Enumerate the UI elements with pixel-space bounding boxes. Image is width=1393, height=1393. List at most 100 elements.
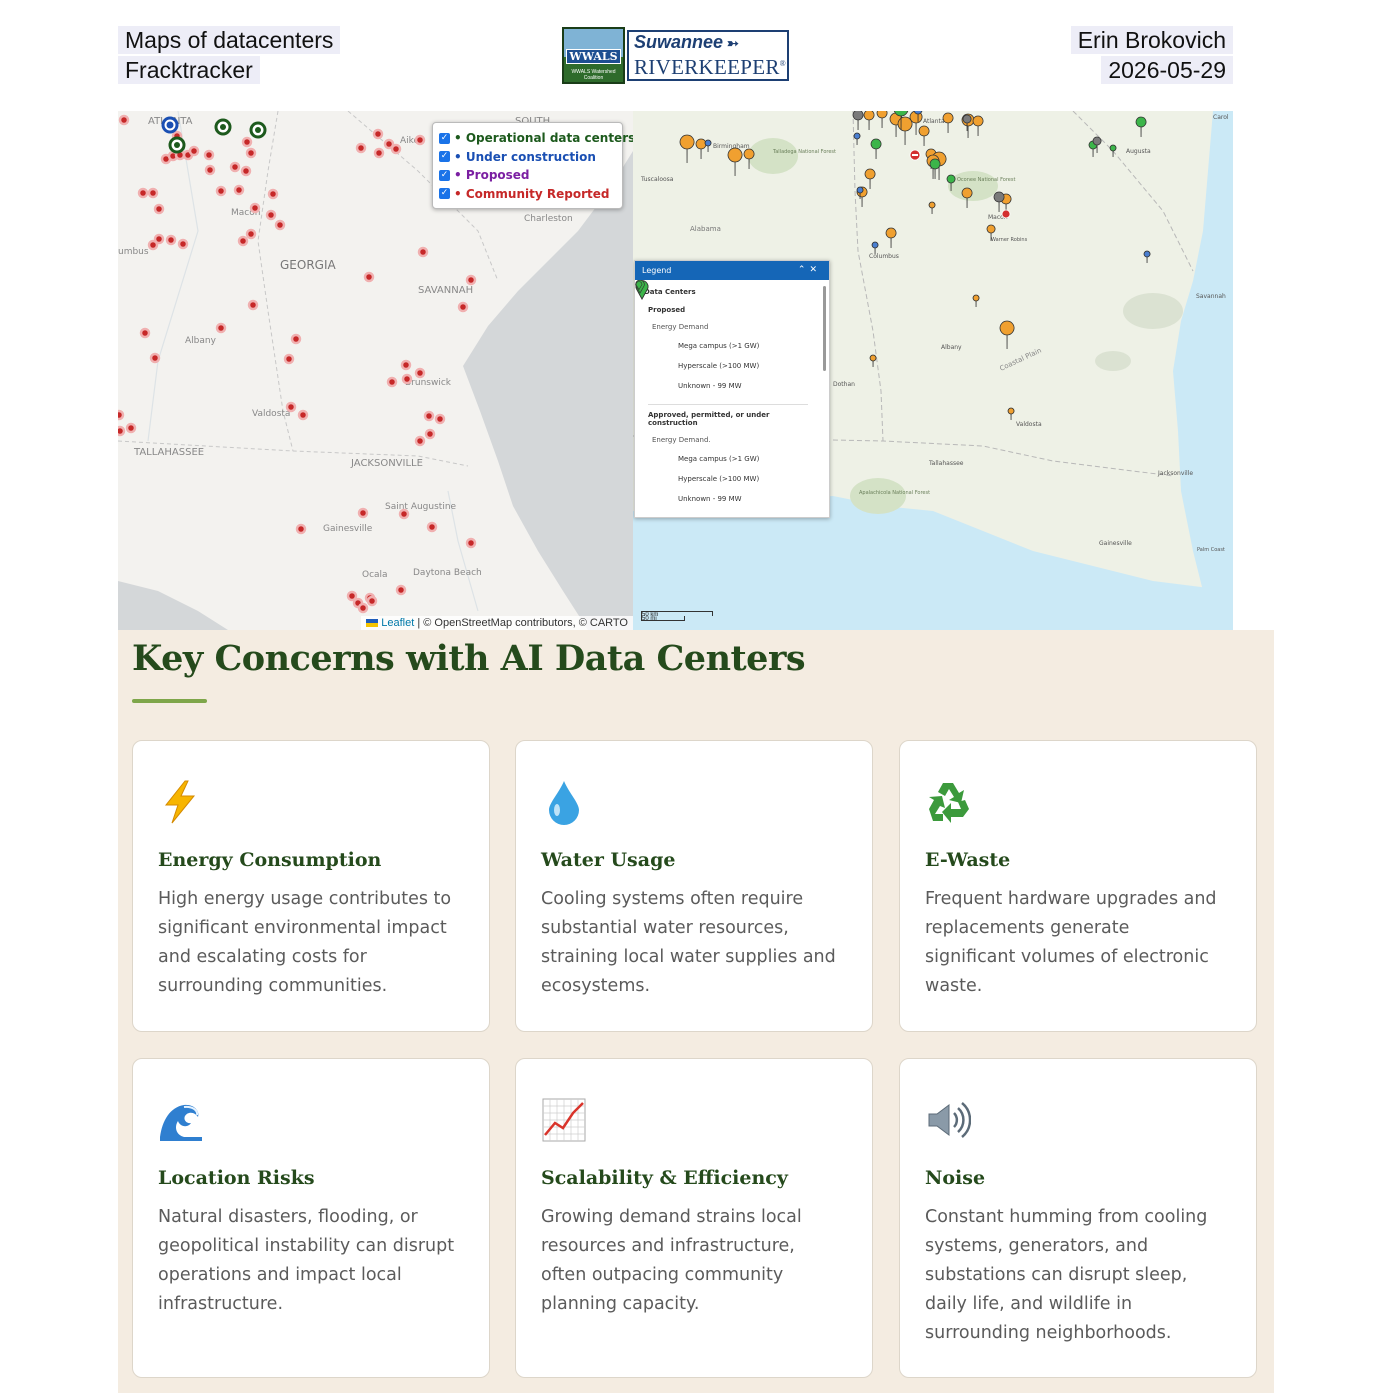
sturgeon-icon: ➳ (727, 35, 739, 51)
label-tallahassee: TALLAHASSEE (133, 447, 204, 458)
card-text: High energy usage contributes to signifi… (158, 889, 452, 996)
label-apalachicola-nf: Apalachicola National Forest (859, 490, 930, 496)
label-talladega-nf: Talladega National Forest (772, 149, 836, 155)
checkbox-icon[interactable]: ✓ (439, 169, 450, 181)
recycle-icon (929, 783, 969, 823)
legend-title: Data Centers (644, 288, 696, 296)
label-saint-augustine: Saint Augustine (385, 502, 457, 512)
label-columbus-r: Columbus (869, 253, 899, 260)
scale-bar: 50 km 50 mi (641, 611, 713, 622)
suwannee-riverkeeper-logo: WWALS WWALS Watershed Coalition Suwannee… (562, 27, 789, 84)
water-drop-icon (549, 781, 579, 825)
layer-community-reported[interactable]: ✓ • Community Reported (439, 185, 616, 204)
label-jacksonville-r: Jacksonville (1157, 470, 1193, 477)
legend-item-label: Hyperscale (>100 MW) (678, 475, 760, 483)
label-savannah-r: Savannah (1196, 293, 1226, 300)
concern-card-location: Location Risks Natural disasters, floodi… (132, 1058, 490, 1378)
checkbox-icon[interactable]: ✓ (439, 188, 450, 200)
label-carolina: Carol (1213, 114, 1229, 121)
checkbox-icon[interactable]: ✓ (439, 151, 450, 163)
card-title: Water Usage (541, 849, 676, 871)
card-text: Cooling systems often require substantia… (541, 889, 836, 996)
under-construction-markers[interactable] (161, 116, 179, 134)
chart-increasing-icon (542, 1098, 586, 1142)
card-title: Location Risks (158, 1167, 315, 1189)
card-title: Noise (925, 1167, 986, 1189)
layer-under-construction-label: • Under construction (454, 149, 596, 164)
legend-item-label: Unknown - 99 MW (678, 382, 742, 390)
layer-proposed-label: • Proposed (454, 168, 530, 183)
card-text: Constant humming from cooling systems, g… (925, 1207, 1208, 1343)
author-name: Erin Brokovich (1070, 26, 1233, 54)
legend-energy-demand: Energy Demand (652, 323, 709, 331)
concern-card-energy: Energy Consumption High energy usage con… (132, 740, 490, 1032)
label-tallahassee-r: Tallahassee (928, 460, 964, 467)
label-georgia: GEORGIA (280, 258, 337, 272)
label-atlanta-r: Atlanta (923, 118, 945, 125)
title-underline (132, 699, 207, 703)
legend-scrollbar[interactable] (823, 286, 826, 371)
label-alabama: Alabama (690, 225, 721, 233)
legend-header[interactable]: Legend ⌃✕ (635, 261, 829, 280)
card-text: Growing demand strains local resources a… (541, 1207, 802, 1314)
collapse-icon[interactable]: ⌃ (798, 265, 810, 275)
card-title: Energy Consumption (158, 849, 382, 871)
map-attribution: Leaflet | © OpenStreetMap contributors, … (361, 616, 633, 630)
label-columbus: umbus (118, 247, 149, 257)
section-title: Key Concerns with AI Data Centers (132, 638, 806, 679)
ukraine-flag-icon (366, 619, 379, 627)
layer-operational-label: • Operational data centers (454, 131, 633, 146)
legend-energy-demand: Energy Demand. (652, 436, 711, 444)
label-tuscaloosa: Tuscaloosa (640, 176, 674, 183)
card-text: Frequent hardware upgrades and replaceme… (925, 889, 1217, 996)
close-icon[interactable]: ✕ (809, 265, 821, 275)
card-text: Natural disasters, flooding, or geopolit… (158, 1207, 455, 1314)
arcgis-map[interactable]: Birmingham Talladega National Forest Tus… (633, 111, 1233, 630)
label-dothan: Dothan (833, 381, 855, 388)
label-augusta: Augusta (1126, 148, 1151, 155)
leaflet-link[interactable]: Leaflet (381, 617, 414, 629)
speaker-icon (928, 1102, 971, 1138)
label-jacksonville: JACKSONVILLE (350, 458, 423, 469)
legend-item-label: Mega campus (>1 GW) (678, 455, 760, 463)
layer-under-construction[interactable]: ✓ • Under construction (439, 148, 616, 167)
legend-panel[interactable]: Legend ⌃✕ Data Centers Proposed Energy D… (634, 260, 830, 518)
card-title: Scalability & Efficiency (541, 1167, 788, 1189)
label-albany-r: Albany (941, 344, 962, 351)
lightning-icon (164, 780, 196, 824)
concern-card-scalability: Scalability & Efficiency Growing demand … (515, 1058, 873, 1378)
riverkeeper-wordmark: Suwannee ➳ RIVERKEEPER® (627, 30, 789, 81)
label-ocala: Ocala (362, 570, 388, 580)
label-valdosta: Valdosta (252, 409, 290, 419)
label-daytona-beach: Daytona Beach (413, 568, 482, 578)
label-albany: Albany (185, 336, 217, 346)
legend-group-proposed: Proposed (648, 306, 686, 314)
card-title: E-Waste (925, 849, 1011, 871)
date-label: 2026-05-29 (1101, 56, 1233, 84)
concern-card-ewaste: E-Waste Frequent hardware upgrades and r… (899, 740, 1257, 1032)
label-oconee-nf: Oconee National Forest (957, 177, 1015, 183)
label-savannah: SAVANNAH (418, 285, 473, 296)
layer-proposed[interactable]: ✓ • Proposed (439, 166, 616, 185)
concern-card-water: Water Usage Cooling systems often requir… (515, 740, 873, 1032)
label-gainesville: Gainesville (323, 524, 373, 534)
label-gainesville-r: Gainesville (1099, 540, 1132, 547)
label-coastal-plain: Coastal Plain (998, 346, 1042, 372)
fracktracker-map[interactable]: ATLANTA SOUTH Aiken Macon Charleston umb… (118, 111, 633, 630)
legend-group-approved: Approved, permitted, or under constructi… (648, 411, 770, 427)
concern-card-noise: Noise Constant humming from cooling syst… (899, 1058, 1257, 1378)
layer-community-reported-label: • Community Reported (454, 186, 610, 201)
wwals-badge: WWALS WWALS Watershed Coalition (562, 27, 625, 84)
label-charleston: Charleston (524, 214, 573, 224)
label-warner-robins: Warner Robins (991, 237, 1028, 243)
wave-icon (160, 1104, 202, 1141)
checkbox-icon[interactable]: ✓ (439, 132, 450, 144)
layer-control[interactable]: ✓ • Operational data centers ✓ • Under c… (432, 122, 633, 209)
legend-item-label: Unknown - 99 MW (678, 495, 742, 503)
legend-item-label: Hyperscale (>100 MW) (678, 362, 760, 370)
layer-operational[interactable]: ✓ • Operational data centers (439, 129, 633, 148)
key-concerns-section: Key Concerns with AI Data Centers Energy… (118, 630, 1274, 1393)
label-valdosta-r: Valdosta (1016, 421, 1042, 428)
community-reported-markers[interactable] (118, 114, 477, 614)
label-palm-coast: Palm Coast (1197, 547, 1225, 553)
